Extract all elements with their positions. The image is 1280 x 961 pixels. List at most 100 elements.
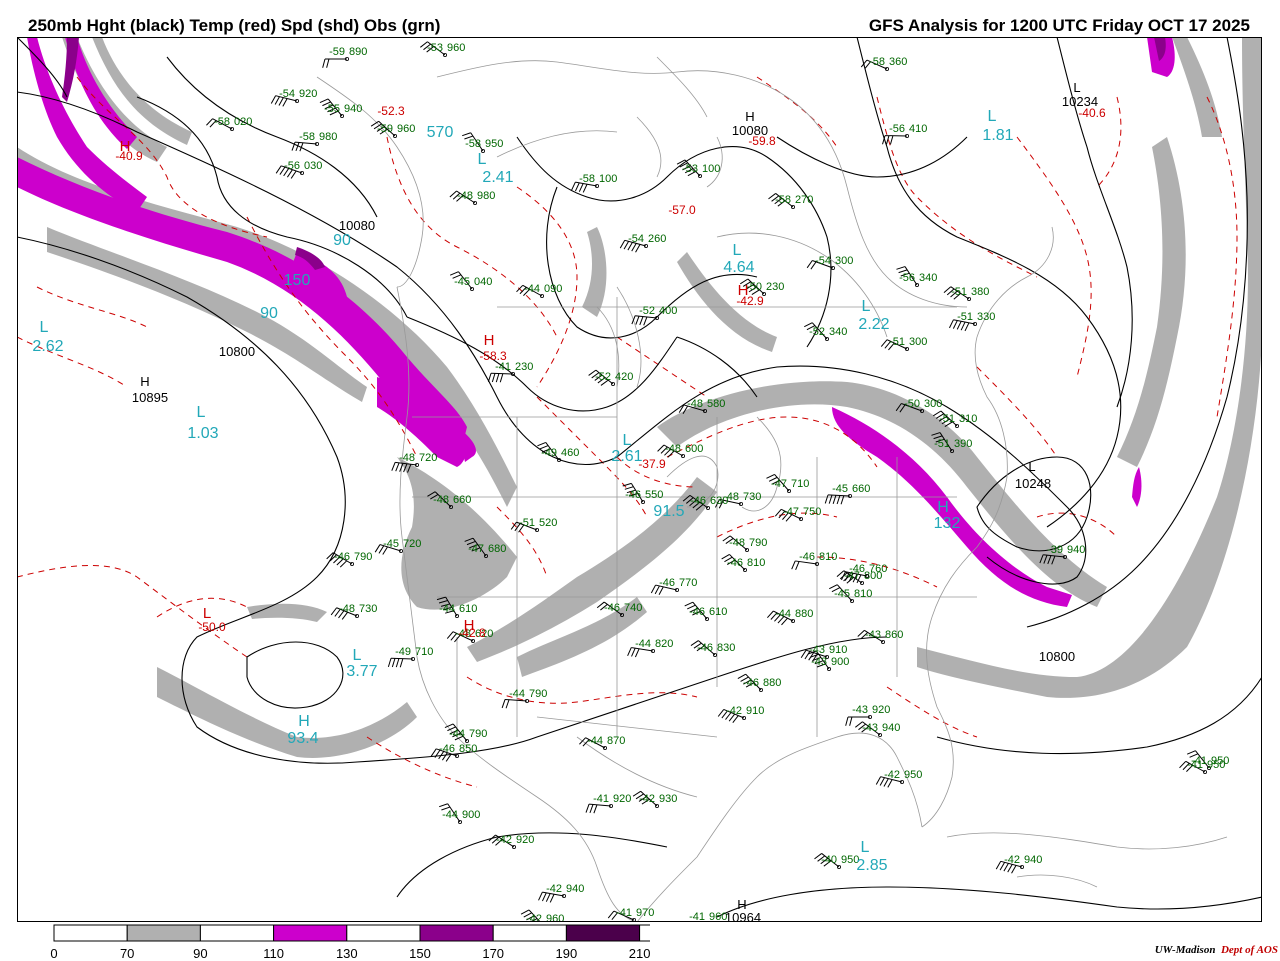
obs-temperature: -46 xyxy=(689,606,705,618)
svg-text:L: L xyxy=(478,151,487,168)
colorbar-tick-label: 110 xyxy=(263,946,284,961)
obs-height: 940 xyxy=(1024,854,1042,866)
map-title: 250mb Hght (black) Temp (red) Spd (shd) … xyxy=(28,16,440,36)
svg-text:150: 150 xyxy=(284,272,311,289)
obs-temperature: -49 xyxy=(541,447,557,459)
colorbar-segment xyxy=(493,925,566,941)
obs-temperature: -54 xyxy=(815,255,831,267)
obs-height: 460 xyxy=(561,447,579,459)
obs-height: 940 xyxy=(882,722,900,734)
temperature-label: -59.8 xyxy=(748,134,776,148)
obs-height: 660 xyxy=(453,494,471,506)
obs-temperature: -42 xyxy=(526,913,542,922)
obs-height: 880 xyxy=(763,677,781,689)
obs-temperature: -39 xyxy=(1047,544,1063,556)
obs-height: 810 xyxy=(747,557,765,569)
high-center-marker: H xyxy=(140,374,149,389)
high-center-marker: H xyxy=(745,109,754,124)
obs-temperature: -42 xyxy=(496,834,512,846)
obs-temperature: -45 xyxy=(834,588,850,600)
low-center-marker: L xyxy=(1073,80,1080,95)
obs-temperature: -51 xyxy=(934,438,950,450)
obs-temperature: -41 xyxy=(616,907,632,919)
temperature-label: -40.9 xyxy=(115,149,143,163)
colorbar-tick-label: 170 xyxy=(482,946,504,961)
credit-department: Dept of AOS xyxy=(1221,944,1278,956)
obs-height: 300 xyxy=(909,336,927,348)
colorbar-tick-label: 130 xyxy=(336,946,358,961)
obs-height: 020 xyxy=(234,116,252,128)
obs-height: 960 xyxy=(546,913,564,922)
obs-temperature: -48 xyxy=(399,452,415,464)
obs-temperature: -56 xyxy=(889,123,905,135)
obs-temperature: -46 xyxy=(727,557,743,569)
obs-height: 230 xyxy=(515,361,533,373)
obs-temperature: -47 xyxy=(783,506,799,518)
speed-label: 3.77 xyxy=(346,663,377,680)
speed-label: 2.22 xyxy=(858,316,889,333)
obs-temperature: -46 xyxy=(604,602,620,614)
svg-text:H: H xyxy=(484,332,495,349)
obs-temperature: -43 xyxy=(811,656,827,668)
colorbar-tick-label: 70 xyxy=(120,946,134,961)
obs-temperature: -54 xyxy=(628,233,644,245)
svg-text:L: L xyxy=(733,242,742,259)
obs-height: 610 xyxy=(459,603,477,615)
temperature-label: -50.0 xyxy=(198,620,226,634)
obs-height: 720 xyxy=(403,538,421,550)
obs-height: 790 xyxy=(749,537,767,549)
obs-temperature: -42 xyxy=(884,769,900,781)
svg-text:L: L xyxy=(623,432,632,449)
obs-height: 890 xyxy=(349,46,367,58)
obs-temperature: -42 xyxy=(726,705,742,717)
obs-temperature: -48 xyxy=(729,537,745,549)
obs-temperature: -46 xyxy=(625,489,641,501)
credit-text: UW-Madison Dept of AOS xyxy=(1155,944,1278,956)
obs-height: 720 xyxy=(419,452,437,464)
low-center-marker: L xyxy=(1028,459,1035,474)
obs-temperature: -58 xyxy=(775,194,791,206)
obs-height: 730 xyxy=(743,491,761,503)
svg-text:L: L xyxy=(197,404,206,421)
obs-temperature: -44 xyxy=(449,728,465,740)
obs-temperature: -42 xyxy=(639,793,655,805)
obs-temperature: -45 xyxy=(832,483,848,495)
obs-height: 420 xyxy=(615,371,633,383)
obs-temperature: -44 xyxy=(587,735,603,747)
obs-temperature: -53 xyxy=(682,163,698,175)
obs-height: 660 xyxy=(852,483,870,495)
obs-temperature: -43 xyxy=(862,722,878,734)
obs-temperature: -58 xyxy=(465,138,481,150)
obs-temperature: -54 xyxy=(279,88,295,100)
obs-temperature: -51 xyxy=(957,311,973,323)
obs-height: 740 xyxy=(624,602,642,614)
obs-height: 980 xyxy=(319,131,337,143)
obs-temperature: -41 xyxy=(593,793,609,805)
obs-height: 100 xyxy=(702,163,720,175)
obs-height: 790 xyxy=(354,551,372,563)
temperature-label: -42.8 xyxy=(458,626,486,640)
obs-temperature: -50 xyxy=(746,281,762,293)
obs-height: 900 xyxy=(462,809,480,821)
obs-temperature: -47 xyxy=(468,543,484,555)
obs-height: 360 xyxy=(889,56,907,68)
svg-text:-52.3: -52.3 xyxy=(377,104,405,118)
obs-temperature: -51 xyxy=(889,336,905,348)
obs-temperature: -41 xyxy=(1187,759,1203,771)
obs-temperature: -43 xyxy=(809,644,825,656)
obs-height: 950 xyxy=(1207,759,1225,771)
obs-height: 680 xyxy=(488,543,506,555)
height-label: 10248 xyxy=(1015,476,1051,491)
obs-height: 520 xyxy=(539,517,557,529)
obs-height: 390 xyxy=(954,438,972,450)
obs-height: 340 xyxy=(919,272,937,284)
colorbar-tick-label: 190 xyxy=(556,946,578,961)
svg-text:L: L xyxy=(861,839,870,856)
obs-temperature: -43 xyxy=(865,629,881,641)
colorbar-tick-label: 150 xyxy=(409,946,431,961)
obs-temperature: -40 xyxy=(821,854,837,866)
obs-temperature: -44 xyxy=(524,283,540,295)
obs-height: 330 xyxy=(977,311,995,323)
svg-text:H: H xyxy=(298,713,310,730)
obs-temperature: -45 xyxy=(454,276,470,288)
